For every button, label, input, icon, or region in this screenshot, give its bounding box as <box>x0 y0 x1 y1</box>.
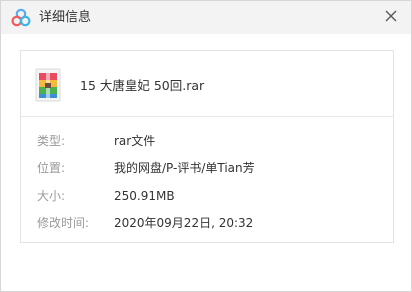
type-label: 类型: <box>37 134 66 148</box>
location-value: 我的网盘/P-评书/单Tian芳 <box>114 161 255 175</box>
rar-archive-icon <box>35 68 61 102</box>
detail-row-modified: 修改时间: 2020年09月22日, 20:32 <box>21 215 393 231</box>
detail-row-type: 类型: rar文件 <box>21 133 393 149</box>
title-bar[interactable]: 详细信息 <box>1 1 411 34</box>
dialog-title: 详细信息 <box>39 10 92 25</box>
size-value: 250.91MB <box>114 189 175 203</box>
detail-row-size: 大小: 250.91MB <box>21 188 393 204</box>
file-details-dialog: 详细信息 15 大唐皇妃 50回.rar 类型: rar文件 位置: 我的网盘/… <box>0 0 412 292</box>
type-value: rar文件 <box>114 134 156 148</box>
details-panel: 15 大唐皇妃 50回.rar 类型: rar文件 位置: 我的网盘/P-评书/… <box>20 50 394 243</box>
close-icon <box>385 10 397 22</box>
file-name: 15 大唐皇妃 50回.rar <box>80 78 205 93</box>
close-button[interactable] <box>379 5 403 27</box>
cloud-icon <box>11 8 31 27</box>
modified-time-label: 修改时间: <box>37 216 90 230</box>
modified-time-value: 2020年09月22日, 20:32 <box>114 216 254 230</box>
divider <box>21 116 393 117</box>
size-label: 大小: <box>37 189 66 203</box>
location-label: 位置: <box>37 161 66 175</box>
detail-row-location: 位置: 我的网盘/P-评书/单Tian芳 <box>21 160 393 176</box>
